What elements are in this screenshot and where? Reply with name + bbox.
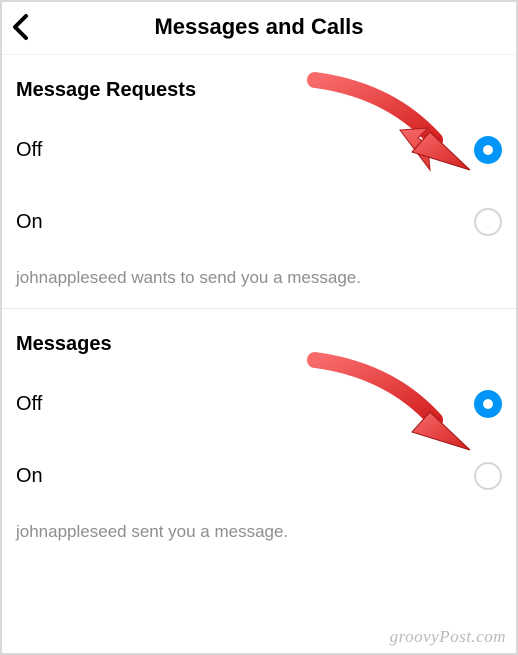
option-label: On xyxy=(16,211,43,234)
section-caption: johnappleseed sent you a message. xyxy=(16,512,502,562)
option-label: Off xyxy=(16,139,42,162)
radio-unselected-icon xyxy=(474,208,502,236)
section-caption: johnappleseed wants to send you a messag… xyxy=(16,258,502,308)
section-messages: Messages Off On johnappleseed sent you a… xyxy=(0,309,518,562)
option-off[interactable]: Off xyxy=(16,368,502,440)
watermark: groovyPost.com xyxy=(390,627,506,647)
section-message-requests: Message Requests Off On johnappleseed wa… xyxy=(0,55,518,308)
option-on[interactable]: On xyxy=(16,186,502,258)
option-label: On xyxy=(16,465,43,488)
back-button[interactable] xyxy=(10,13,32,41)
option-on[interactable]: On xyxy=(16,440,502,512)
option-label: Off xyxy=(16,393,42,416)
radio-selected-icon xyxy=(474,390,502,418)
radio-selected-icon xyxy=(474,136,502,164)
section-heading: Message Requests xyxy=(16,55,502,114)
header: Messages and Calls xyxy=(0,0,518,55)
option-off[interactable]: Off xyxy=(16,114,502,186)
chevron-left-icon xyxy=(10,13,32,41)
radio-unselected-icon xyxy=(474,462,502,490)
page-title: Messages and Calls xyxy=(12,14,506,40)
section-heading: Messages xyxy=(16,309,502,368)
